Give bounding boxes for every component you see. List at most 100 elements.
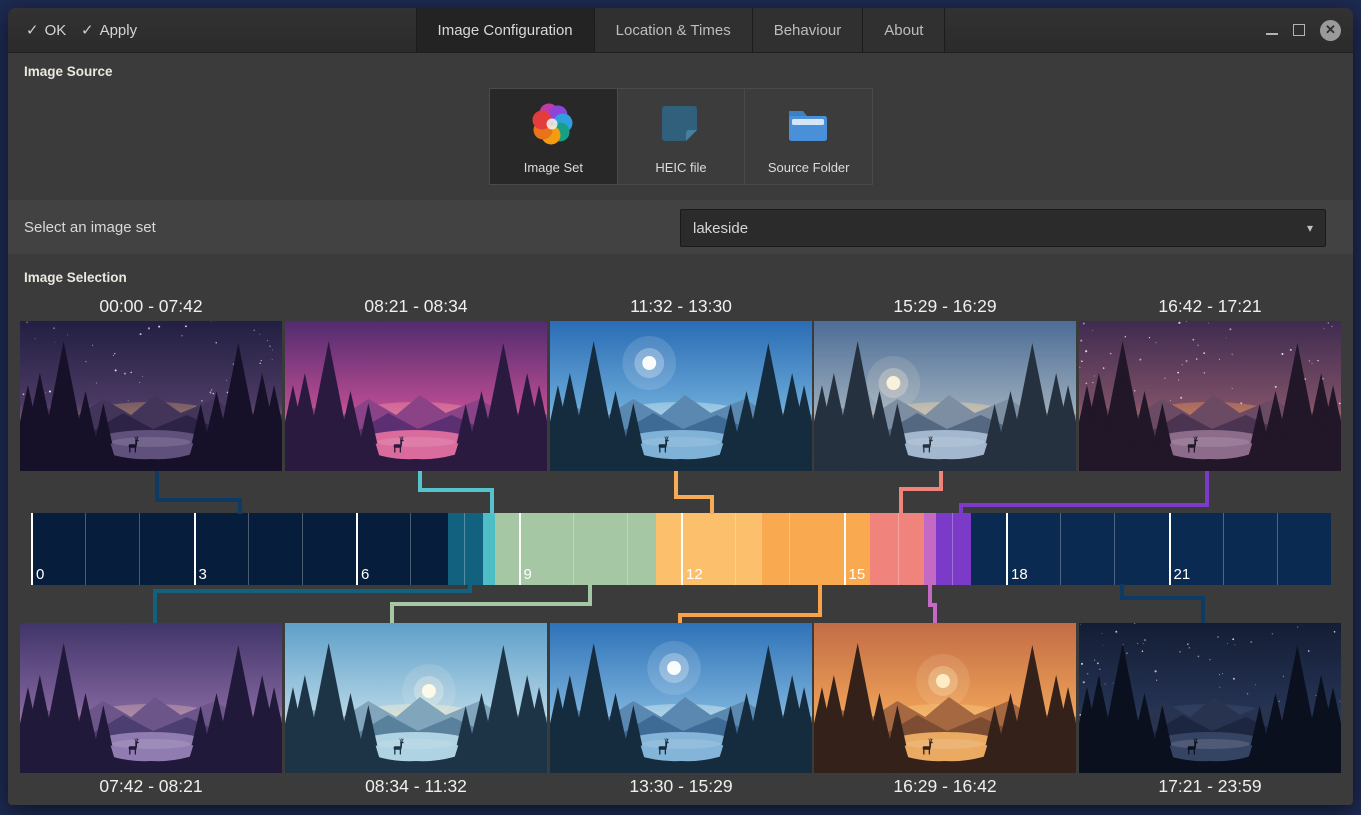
- image-set-dropdown[interactable]: lakeside ▾: [680, 209, 1326, 247]
- wallpaper-thumbnail[interactable]: [550, 321, 812, 471]
- check-icon: ✓: [26, 21, 39, 39]
- tab-behaviour[interactable]: Behaviour: [753, 8, 864, 52]
- image-set-select-label: Select an image set: [24, 200, 156, 254]
- time-range-label: 15:29 - 16:29: [814, 296, 1076, 317]
- hour-tick: [681, 513, 683, 585]
- hour-tick: [356, 513, 358, 585]
- close-icon: ✕: [1325, 22, 1336, 38]
- wallpaper-thumbnail[interactable]: [20, 321, 282, 471]
- hour-tick: [1169, 513, 1171, 585]
- timeline-segment: [924, 513, 936, 585]
- connector-line: [930, 584, 935, 623]
- hour-tick: [139, 513, 140, 585]
- time-range-label: 08:21 - 08:34: [285, 296, 547, 317]
- source-type-group: Image Set HEIC file Source Folder: [489, 88, 873, 185]
- folder-icon: [784, 99, 834, 154]
- timeline-segment: [656, 513, 763, 585]
- minimize-button[interactable]: [1266, 33, 1278, 35]
- hour-tick: [302, 513, 303, 585]
- color-wheel-icon: [528, 99, 578, 154]
- hour-tick: [573, 513, 574, 585]
- connector-line: [392, 584, 590, 623]
- connector-line: [680, 584, 820, 623]
- image-set-dropdown-value: lakeside: [693, 220, 748, 237]
- hour-tick: [627, 513, 628, 585]
- app-window: ✓ OK ✓ Apply Image Configuration Locatio…: [8, 8, 1353, 805]
- hour-tick: [31, 513, 33, 585]
- hour-tick: [1277, 513, 1278, 585]
- timeline-segment: [448, 513, 483, 585]
- hour-tick: [410, 513, 411, 585]
- hour-label: 3: [199, 566, 207, 583]
- tab-about[interactable]: About: [863, 8, 944, 52]
- hour-tick: [735, 513, 736, 585]
- connector-line: [901, 471, 941, 514]
- connector-line: [155, 584, 470, 623]
- time-range-label: 16:42 - 17:21: [1079, 296, 1341, 317]
- apply-button-label: Apply: [100, 22, 138, 39]
- hour-label: 0: [36, 566, 44, 583]
- wallpaper-thumbnail[interactable]: [285, 623, 547, 773]
- maximize-button[interactable]: [1293, 24, 1305, 36]
- time-range-label: 17:21 - 23:59: [1079, 776, 1341, 797]
- close-button[interactable]: ✕: [1320, 20, 1341, 41]
- wallpaper-thumbnail[interactable]: [814, 321, 1076, 471]
- hour-label: 9: [524, 566, 532, 583]
- tab-image-configuration[interactable]: Image Configuration: [417, 8, 595, 52]
- titlebar: ✓ OK ✓ Apply Image Configuration Locatio…: [8, 8, 1353, 53]
- wallpaper-thumbnail[interactable]: [285, 321, 547, 471]
- hour-tick: [85, 513, 86, 585]
- wallpaper-thumbnail[interactable]: [1079, 623, 1341, 773]
- time-range-label: 08:34 - 11:32: [285, 776, 547, 797]
- hour-tick: [248, 513, 249, 585]
- timeline-bar: 036912151821: [31, 513, 1331, 585]
- hour-tick: [194, 513, 196, 585]
- timeline-segment: [31, 513, 448, 585]
- time-range-label: 13:30 - 15:29: [550, 776, 812, 797]
- source-option-heic-file[interactable]: HEIC file: [618, 89, 746, 184]
- hour-tick: [519, 513, 521, 585]
- time-range-label: 07:42 - 08:21: [20, 776, 282, 797]
- time-range-label: 11:32 - 13:30: [550, 296, 812, 317]
- connector-line: [1122, 584, 1203, 623]
- ok-button-label: OK: [45, 22, 67, 39]
- source-option-label: HEIC file: [655, 160, 706, 175]
- time-range-label: 16:29 - 16:42: [814, 776, 1076, 797]
- timeline-segment: [936, 513, 971, 585]
- source-option-source-folder[interactable]: Source Folder: [745, 89, 872, 184]
- hour-tick: [1060, 513, 1061, 585]
- timeline-segment: [870, 513, 924, 585]
- source-option-label: Image Set: [524, 160, 583, 175]
- wallpaper-thumbnail[interactable]: [1079, 321, 1341, 471]
- wallpaper-thumbnail[interactable]: [814, 623, 1076, 773]
- heic-file-icon: [656, 99, 706, 154]
- connector-line: [420, 471, 492, 514]
- hour-tick: [898, 513, 899, 585]
- wallpaper-thumbnail[interactable]: [20, 623, 282, 773]
- time-range-label: 00:00 - 07:42: [20, 296, 282, 317]
- connector-line: [961, 471, 1207, 514]
- wallpaper-thumbnail[interactable]: [550, 623, 812, 773]
- check-icon: ✓: [81, 21, 94, 39]
- source-option-label: Source Folder: [768, 160, 850, 175]
- hour-label: 6: [361, 566, 369, 583]
- hour-tick: [1223, 513, 1224, 585]
- hour-tick: [952, 513, 953, 585]
- image-selection-heading: Image Selection: [24, 270, 127, 285]
- hour-tick: [1114, 513, 1115, 585]
- hour-tick: [464, 513, 465, 585]
- chevron-down-icon: ▾: [1307, 221, 1313, 235]
- image-source-heading: Image Source: [24, 64, 113, 79]
- apply-button[interactable]: ✓ Apply: [81, 8, 137, 52]
- connector-line: [676, 471, 712, 514]
- tab-bar: Image Configuration Location & Times Beh…: [416, 8, 946, 52]
- connector-line: [157, 471, 240, 514]
- ok-button[interactable]: ✓ OK: [26, 8, 66, 52]
- source-option-image-set[interactable]: Image Set: [490, 89, 618, 184]
- hour-label: 12: [686, 566, 703, 583]
- window-controls: ✕: [1266, 8, 1341, 52]
- hour-tick: [844, 513, 846, 585]
- tab-location-times[interactable]: Location & Times: [595, 8, 753, 52]
- hour-label: 15: [849, 566, 866, 583]
- hour-tick: [1006, 513, 1008, 585]
